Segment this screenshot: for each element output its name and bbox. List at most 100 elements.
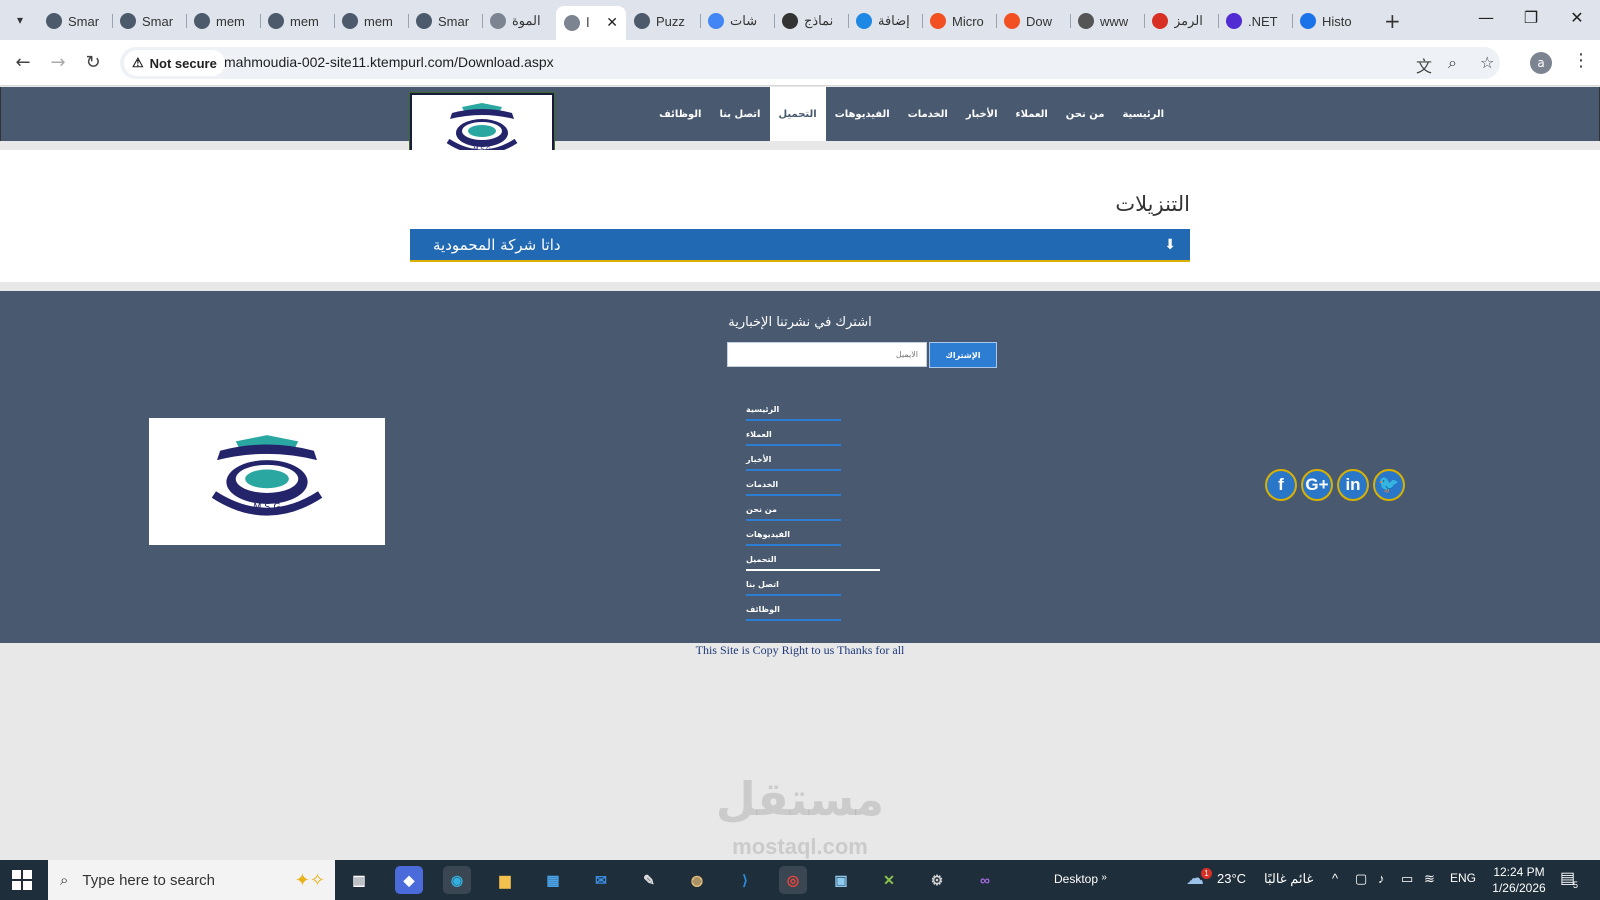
taskbar-search[interactable]: ⌕ Type here to search ✦✧ (48, 860, 335, 900)
google-icon (708, 13, 724, 29)
nav-item[interactable]: الأخبار (957, 87, 1007, 141)
browser-tab[interactable]: إضافة (848, 6, 922, 36)
security-chip[interactable]: ⚠ Not secure (124, 50, 225, 76)
tab-label: .NET (1248, 13, 1278, 29)
footer-link[interactable]: من نحن (746, 496, 841, 521)
browser-tab[interactable]: .NET (1218, 6, 1292, 36)
weather-condition[interactable]: غائم غالبًا (1264, 871, 1313, 887)
forward-icon[interactable]: → (47, 52, 69, 73)
close-window-icon[interactable]: ✕ (1565, 8, 1589, 27)
dotnet-icon (1226, 13, 1242, 29)
site-icon (120, 13, 136, 29)
browser-tab[interactable]: Smar (408, 6, 482, 36)
nav-item[interactable]: الوظائف (650, 87, 710, 141)
remote-desktop-icon[interactable]: ▣ (827, 866, 855, 894)
twitter-icon[interactable]: 🐦 (1373, 469, 1405, 501)
browser-menu-icon[interactable]: ⋮ (1572, 50, 1590, 71)
visual-studio-icon[interactable]: ∞ (971, 866, 999, 894)
tab-label: نماذج (804, 13, 834, 28)
footer-link[interactable]: الرئيسية (746, 396, 841, 421)
paint-app-icon[interactable]: ✎ (635, 866, 663, 894)
site-icon (416, 13, 432, 29)
newsletter-email-input[interactable] (727, 342, 927, 367)
browser-tab[interactable]: Puzz (626, 6, 700, 36)
nav-item[interactable]: الرئيسية (1113, 87, 1173, 141)
copilot-app-icon[interactable]: ◆ (395, 866, 423, 894)
google-plus-icon[interactable]: G+ (1301, 469, 1333, 501)
browser-tab[interactable]: mem (334, 6, 408, 36)
browser-tab[interactable]: الموة (482, 6, 556, 36)
browser-tab[interactable]: Smar (112, 6, 186, 36)
footer-link[interactable]: اتصل بنا (746, 571, 841, 596)
nav-item[interactable]: التحميل (769, 87, 826, 141)
browser-tab[interactable]: ا ✕ (556, 6, 626, 40)
browser-tab[interactable]: mem (186, 6, 260, 36)
meet-icon[interactable]: ▢ (1355, 871, 1367, 887)
tab-search-chevron-icon[interactable]: ▾ (8, 8, 32, 32)
edge-app-icon[interactable]: ◉ (443, 866, 471, 894)
zoom-icon[interactable]: ⌕ (1448, 53, 1457, 73)
facebook-icon[interactable]: f (1265, 469, 1297, 501)
browser-toolbar: ← → ↻ ⚠ Not secure mahmoudia-002-site11.… (0, 40, 1600, 86)
footer-link[interactable]: العملاء (746, 421, 841, 446)
footer-link[interactable]: الأخبار (746, 446, 841, 471)
linkedin-icon[interactable]: in (1337, 469, 1369, 501)
weather-temperature[interactable]: 23°C (1217, 871, 1246, 886)
clock-time: 12:24 PM (1493, 865, 1545, 879)
language-indicator[interactable]: ENG (1450, 871, 1476, 885)
url-text[interactable]: mahmoudia-002-site11.ktempurl.com/Downlo… (224, 54, 554, 70)
bookmark-star-icon[interactable]: ☆ (1480, 53, 1494, 72)
excel-app-icon[interactable]: ✕ (875, 866, 903, 894)
browser-tab[interactable]: شات (700, 6, 774, 36)
volume-icon[interactable]: ♪ (1378, 871, 1385, 886)
chrome-app-icon[interactable]: ◎ (779, 866, 807, 894)
new-tab-button[interactable]: + (1384, 9, 1401, 33)
browser-tab[interactable]: نماذج (774, 6, 848, 36)
search-placeholder: Type here to search (82, 871, 215, 889)
browser-tab[interactable]: www (1070, 6, 1144, 36)
display-icon[interactable]: ▭ (1401, 871, 1413, 887)
browser-tab[interactable]: mem (260, 6, 334, 36)
profile-avatar[interactable]: a (1530, 52, 1552, 74)
download-icon[interactable]: ⬇ (1164, 237, 1176, 253)
browser-tab[interactable]: Histo (1292, 6, 1366, 36)
reload-icon[interactable]: ↻ (82, 52, 104, 73)
palette-app-icon[interactable]: ◍ (683, 866, 711, 894)
footer-link[interactable]: الوظائف (746, 596, 841, 621)
clock[interactable]: 12:24 PM 1/26/2026 (1484, 864, 1554, 896)
restore-icon[interactable]: ❐ (1519, 8, 1543, 27)
nav-item[interactable]: اتصل بنا (710, 87, 769, 141)
nav-item[interactable]: العملاء (1007, 87, 1057, 141)
footer-link[interactable]: التحميل (746, 546, 880, 571)
settings-gear-icon[interactable]: ⚙ (923, 866, 951, 894)
browser-tab[interactable]: Smar (38, 6, 112, 36)
store-app-icon[interactable]: ▦ (539, 866, 567, 894)
download-item[interactable]: داتا شركة المحمودية ⬇ (410, 229, 1190, 262)
file-explorer-icon[interactable]: ▆ (491, 866, 519, 894)
nav-item[interactable]: الفيديوهات (826, 87, 899, 141)
task-view-icon[interactable]: ▥ (345, 866, 373, 894)
tab-close-icon[interactable]: ✕ (606, 15, 618, 31)
browser-tab[interactable]: الرمز (1144, 6, 1218, 36)
windows-start-icon[interactable] (12, 870, 32, 890)
tab-label: mem (216, 13, 245, 29)
minimize-icon[interactable]: — (1474, 8, 1498, 27)
subscribe-button[interactable]: الإشتراك (929, 342, 997, 368)
translate-icon[interactable]: 文 (1416, 53, 1432, 77)
vscode-app-icon[interactable]: ⟩ (731, 866, 759, 894)
site-icon (342, 13, 358, 29)
footer-link[interactable]: الخدمات (746, 471, 841, 496)
wifi-icon[interactable]: ≋ (1424, 871, 1435, 887)
footer-link[interactable]: الفيديوهات (746, 521, 841, 546)
nav-item[interactable]: من نحن (1057, 87, 1114, 141)
address-bar[interactable]: ⚠ Not secure mahmoudia-002-site11.ktempu… (120, 47, 1500, 79)
desktop-toolbar-label[interactable]: Desktop » (1054, 872, 1107, 886)
site-footer: اشترك في نشرتنا الإخبارية الإشتراك الرئي… (0, 291, 1600, 643)
outlook-app-icon[interactable]: ✉ (587, 866, 615, 894)
back-icon[interactable]: ← (12, 52, 34, 73)
browser-tab[interactable]: Dow (996, 6, 1070, 36)
tray-chevron-icon[interactable]: ^ (1332, 871, 1338, 886)
nav-item[interactable]: الخدمات (899, 87, 957, 141)
puzzle-site-icon (634, 13, 650, 29)
browser-tab[interactable]: Micro (922, 6, 996, 36)
